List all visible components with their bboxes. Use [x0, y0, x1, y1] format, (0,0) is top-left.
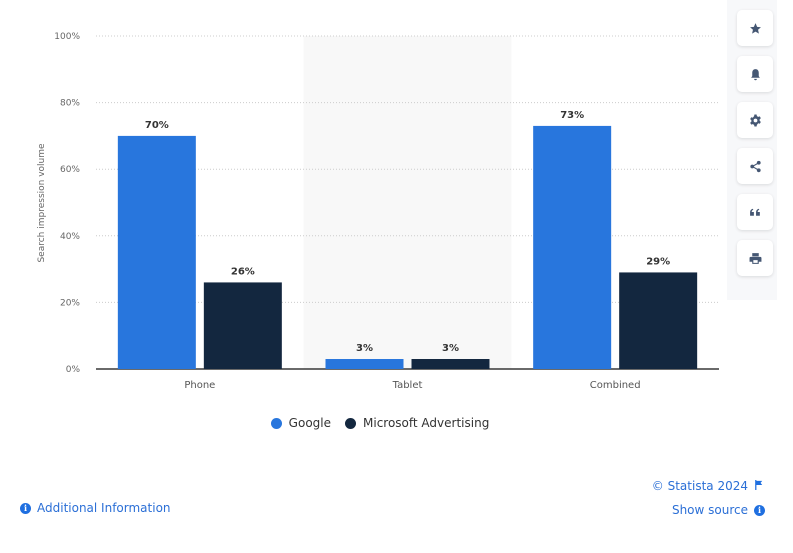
data-label: 3% — [442, 343, 459, 354]
y-tick-label: 0% — [66, 365, 81, 375]
bell-icon — [750, 68, 760, 80]
x-tick-label: Phone — [184, 380, 215, 391]
gear-icon — [749, 114, 761, 126]
star-icon — [749, 22, 761, 34]
legend-label: Microsoft Advertising — [363, 416, 490, 430]
additional-information-label: Additional Information — [37, 501, 171, 515]
bar-chart: 0% 20% 40% 60% 80% 100% 70% 26% Phone 3% 3% Tablet 7… — [37, 32, 719, 391]
y-tick-label: 100% — [54, 32, 80, 42]
copyright: © Statista 2024 — [652, 479, 763, 493]
bar-google[interactable] — [533, 125, 612, 369]
side-toolbar — [727, 0, 777, 300]
x-tick-label: Tablet — [392, 380, 423, 391]
additional-information-link[interactable]: i Additional Information — [20, 501, 171, 515]
legend-item-google[interactable]: Google — [270, 416, 331, 430]
favorite-button[interactable] — [737, 10, 773, 46]
copyright-text: © Statista 2024 — [651, 479, 748, 493]
show-source-link[interactable]: Show source i — [672, 503, 765, 517]
y-axis-label: Search impression volume — [37, 143, 47, 263]
notification-button[interactable] — [737, 56, 773, 92]
bar-google[interactable] — [117, 135, 196, 369]
legend-dot-google — [270, 417, 282, 429]
data-label: 26% — [231, 266, 255, 277]
data-label: 70% — [145, 120, 169, 131]
y-tick-label: 40% — [60, 232, 80, 242]
legend-label: Google — [288, 416, 331, 430]
info-icon: i — [20, 502, 31, 514]
print-button[interactable] — [737, 240, 773, 276]
bar-microsoft-advertising[interactable] — [619, 272, 698, 369]
quote-icon — [749, 208, 760, 216]
settings-button[interactable] — [737, 102, 773, 138]
share-icon — [749, 160, 761, 172]
y-tick-label: 20% — [60, 298, 80, 308]
x-tick-label: Combined — [590, 380, 641, 391]
info-icon: i — [754, 504, 765, 516]
data-label: 73% — [560, 110, 584, 121]
category-highlight — [303, 36, 512, 369]
flag-icon[interactable] — [754, 479, 763, 493]
y-tick-label: 80% — [60, 99, 80, 109]
legend: Google Microsoft Advertising — [0, 416, 760, 430]
print-icon — [749, 252, 761, 264]
bar-google[interactable] — [325, 359, 404, 369]
legend-dot-microsoft — [345, 417, 356, 429]
bar-microsoft-advertising[interactable] — [203, 282, 282, 369]
data-label: 3% — [356, 343, 373, 354]
legend-item-microsoft-advertising[interactable]: Microsoft Advertising — [345, 416, 489, 430]
cite-button[interactable] — [737, 194, 773, 230]
share-button[interactable] — [737, 148, 773, 184]
y-tick-label: 60% — [60, 165, 80, 175]
data-label: 29% — [646, 256, 670, 267]
bar-microsoft-advertising[interactable] — [411, 359, 490, 369]
show-source-label: Show source — [671, 503, 748, 517]
